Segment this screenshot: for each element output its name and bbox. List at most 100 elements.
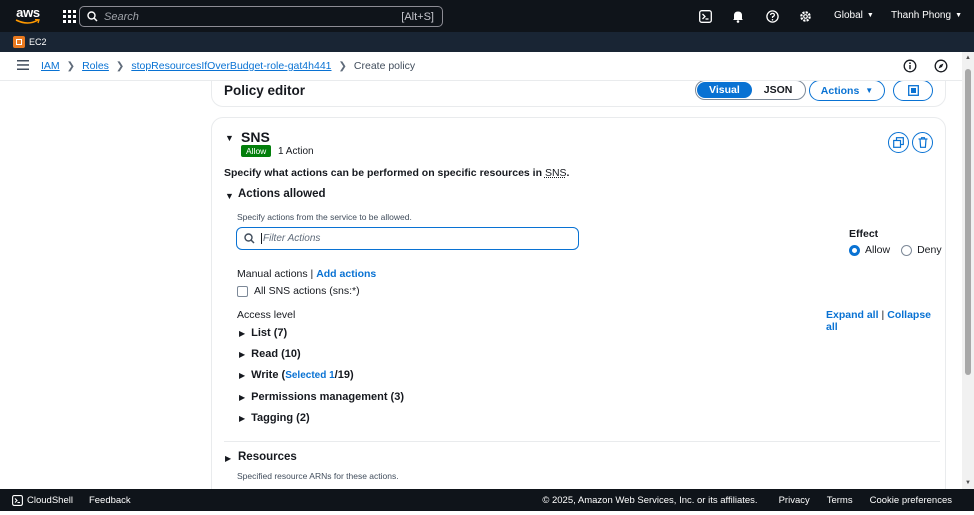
privacy-link[interactable]: Privacy [779,495,810,506]
tab-visual[interactable]: Visual [697,82,752,98]
access-group-write[interactable]: ▶ Write (Selected 1/19) [239,369,354,381]
search-shortcut: [Alt+S] [401,10,434,23]
manual-actions: Manual actions | Add actions [237,268,376,280]
sns-statement-card: ▼ SNS Allow 1 Action Specify what action… [211,117,946,489]
access-group-list[interactable]: ▶ List (7) [239,327,287,339]
menu-icon[interactable] [17,59,29,73]
cloudshell-label: CloudShell [27,494,73,506]
actions-allowed-title[interactable]: Actions allowed [238,188,326,200]
access-level-label: Access level [237,309,296,321]
panel-icon [907,85,919,96]
scroll-up-icon[interactable]: ▲ [965,55,971,61]
breadcrumb-bar: IAM ❯ Roles ❯ stopResourcesIfOverBudget-… [0,52,962,81]
service-bar: EC2 [0,32,974,52]
global-search-input[interactable]: Search [Alt+S] [79,6,443,27]
ec2-shortcut[interactable]: EC2 [29,37,47,47]
actions-allowed-description: Specify actions from the service to be a… [237,212,412,222]
region-label: Global [834,10,863,21]
caret-down-icon: ▼ [955,12,962,19]
editor-mode-toggle: Visual JSON [695,81,807,100]
compass-icon[interactable] [934,59,948,76]
breadcrumb-role[interactable]: stopResourcesIfOverBudget-role-gat4h441 [131,60,331,72]
main-content: Policy editor Visual JSON Actions ▼ ▼ SN… [0,81,962,489]
cookie-preferences-link[interactable]: Cookie preferences [870,495,952,506]
add-actions-link[interactable]: Add actions [316,268,376,280]
aws-logo-text: aws [16,5,40,20]
group-label: Read (10) [251,348,301,360]
filter-actions-input[interactable]: Filter Actions [236,227,579,250]
tab-json[interactable]: JSON [752,82,805,98]
breadcrumb-iam[interactable]: IAM [41,60,60,72]
collapse-sns-icon[interactable]: ▼ [225,133,234,143]
all-actions-option: All SNS actions (sns:*) [237,285,360,297]
page-title: Policy editor [224,83,306,98]
expand-all-link[interactable]: Expand all [826,309,879,321]
access-group-tagging[interactable]: ▶ Tagging (2) [239,412,310,424]
aws-smile-icon [15,19,40,24]
copy-icon [893,137,904,148]
all-actions-label[interactable]: All SNS actions (sns:*) [254,285,360,297]
specify-service[interactable]: SNS [545,167,567,179]
breadcrumb-roles[interactable]: Roles [82,60,109,72]
page-scrollbar[interactable]: ▲ ▼ [962,52,974,489]
service-description: Specify what actions can be performed on… [224,167,569,179]
ec2-service-icon[interactable] [13,36,25,48]
effect-deny-radio[interactable] [901,244,913,256]
search-placeholder: Search [104,10,139,23]
breadcrumb: IAM ❯ Roles ❯ stopResourcesIfOverBudget-… [41,60,415,72]
group-label: Tagging (2) [251,412,310,424]
top-navigation: aws Search [Alt+S] Global ▼ Thanh Phong … [0,0,974,32]
section-divider [224,441,940,442]
breadcrumb-current: Create policy [353,60,416,72]
scrollbar-thumb[interactable] [965,69,971,375]
footer: CloudShell Feedback © 2025, Amazon Web S… [0,489,974,511]
link-separator: | [881,309,885,321]
cloudshell-icon[interactable] [697,8,713,24]
caret-down-icon: ▼ [865,86,874,95]
feedback-link[interactable]: Feedback [89,495,131,506]
cloudshell-button[interactable]: CloudShell [12,495,73,506]
scroll-down-icon[interactable]: ▼ [965,480,971,486]
all-actions-checkbox[interactable] [237,285,248,297]
policy-editor-header: Policy editor Visual JSON Actions ▼ [211,81,946,107]
filter-placeholder: Filter Actions [261,233,321,244]
bell-icon[interactable] [730,8,746,24]
info-icon[interactable] [903,59,917,76]
effect-radio-group: Allow Deny [849,244,942,256]
duplicate-button[interactable] [888,132,909,153]
access-group-permissions[interactable]: ▶ Permissions management (3) [239,391,404,403]
expand-resources-icon[interactable]: ▶ [225,454,231,463]
specify-suffix: . [566,167,570,179]
help-icon[interactable] [764,8,780,24]
chevron-right-icon: ❯ [115,60,125,72]
terms-link[interactable]: Terms [827,495,853,506]
effect-deny-label[interactable]: Deny [917,244,942,256]
remove-button[interactable] [912,132,933,153]
effect-allow-label[interactable]: Allow [865,244,890,256]
effect-label: Effect [849,228,879,240]
group-label-prefix: Write ( [251,369,286,381]
region-selector[interactable]: Global ▼ [834,10,874,21]
chevron-right-icon: ❯ [338,60,347,72]
aws-logo[interactable]: aws [6,0,50,32]
resources-description: Specified resource ARNs for these action… [237,471,399,481]
footer-links: © 2025, Amazon Web Services, Inc. or its… [542,495,952,506]
caret-right-icon: ▶ [239,349,246,359]
selected-count: Selected 1 [285,369,335,381]
collapse-actions-icon[interactable]: ▼ [225,191,234,201]
toggle-panel-button[interactable] [893,81,933,101]
window-edge [0,511,974,515]
service-title[interactable]: SNS [241,129,270,145]
chevron-right-icon: ❯ [66,60,76,72]
expand-collapse-links: Expand all | Collapse all [826,309,945,333]
gear-icon[interactable] [797,8,813,24]
manual-actions-label: Manual actions [237,268,308,280]
effect-allow-radio[interactable] [849,244,860,256]
status-badge: Allow [241,145,272,157]
resources-title[interactable]: Resources [238,451,297,463]
actions-dropdown-button[interactable]: Actions ▼ [809,81,885,101]
access-group-read[interactable]: ▶ Read (10) [239,348,301,360]
account-menu[interactable]: Thanh Phong ▼ [891,10,962,21]
copyright: © 2025, Amazon Web Services, Inc. or its… [542,495,758,506]
caret-right-icon: ▶ [239,328,246,338]
